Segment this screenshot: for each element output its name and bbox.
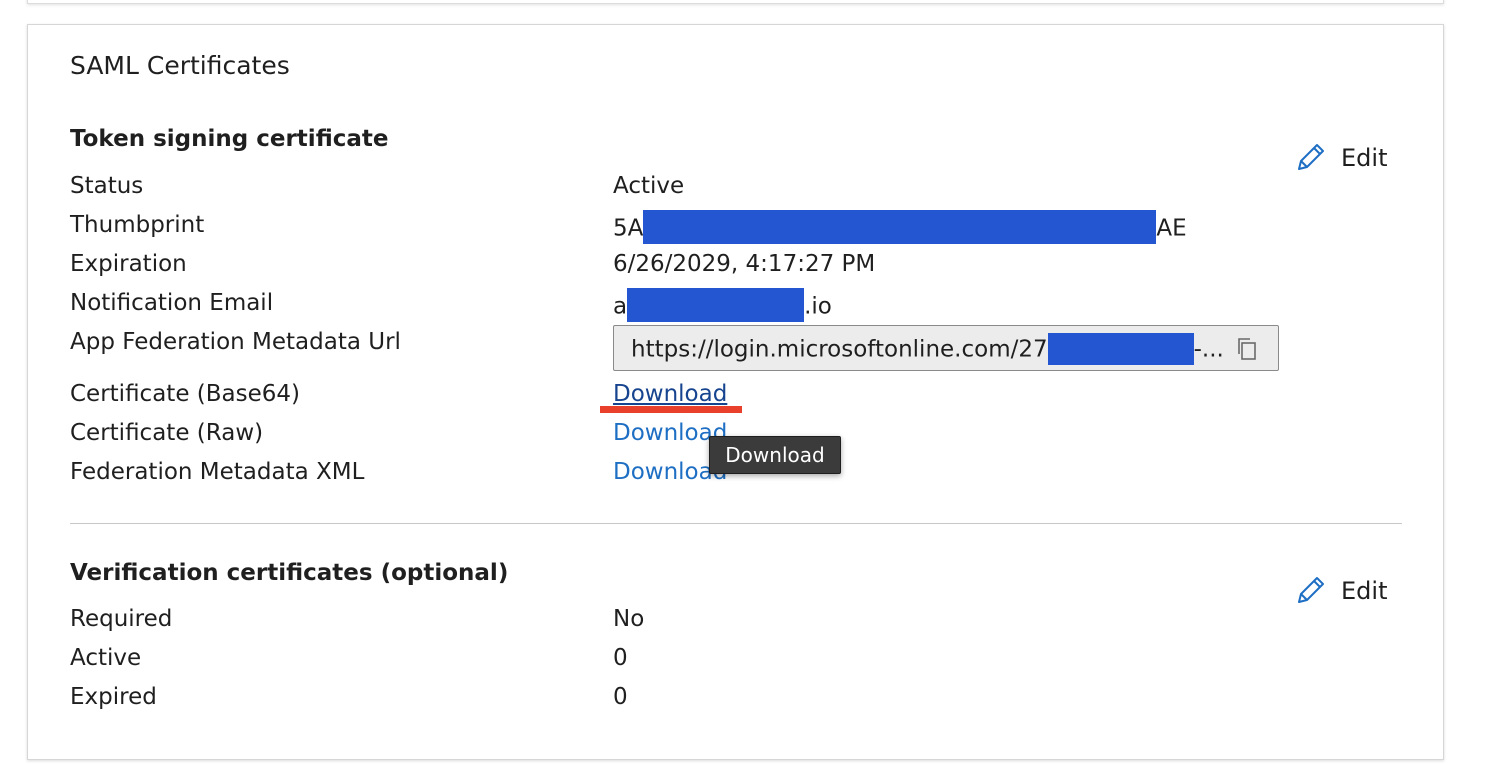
required-label: Required (70, 606, 172, 632)
verification-title: Verification certificates (optional) (70, 560, 508, 586)
token-signing-edit-button[interactable]: Edit (1293, 141, 1387, 175)
thumbprint-prefix: 5A (613, 216, 643, 242)
notification-email-label: Notification Email (70, 290, 273, 316)
card-title: SAML Certificates (70, 51, 290, 80)
expiration-value: 6/26/2029, 4:17:27 PM (613, 251, 875, 277)
thumbprint-value: 5A AE (613, 212, 1187, 246)
cert-base64-label: Certificate (Base64) (70, 381, 300, 407)
cert-raw-label: Certificate (Raw) (70, 420, 263, 446)
annotation-underline (600, 406, 742, 413)
required-value: No (613, 606, 644, 632)
saml-certificates-card: SAML Certificates Token signing certific… (27, 24, 1444, 760)
status-value: Active (613, 173, 684, 199)
notification-email-value: a .io (613, 290, 832, 324)
fed-xml-label: Federation Metadata XML (70, 459, 364, 485)
metadata-url-suffix: -... (1194, 337, 1224, 363)
redaction-block (627, 288, 804, 322)
pencil-icon (1293, 574, 1327, 608)
redaction-block (1048, 333, 1194, 365)
expired-value: 0 (613, 684, 628, 710)
expiration-label: Expiration (70, 251, 187, 277)
metadata-url-field[interactable]: https://login.microsoftonline.com/27 -... (613, 325, 1279, 371)
status-label: Status (70, 173, 143, 199)
section-divider (70, 523, 1402, 524)
pencil-icon (1293, 141, 1327, 175)
previous-card-edge (27, 0, 1444, 4)
download-tooltip: Download (709, 436, 841, 474)
copy-icon[interactable] (1236, 337, 1258, 361)
redaction-block (643, 210, 1156, 244)
metadata-url-prefix: https://login.microsoftonline.com/27 (631, 337, 1048, 363)
cert-base64-download-link[interactable]: Download (613, 381, 727, 407)
expired-label: Expired (70, 684, 157, 710)
active-label: Active (70, 645, 141, 671)
email-suffix: .io (804, 294, 832, 320)
edit-label: Edit (1341, 144, 1387, 172)
verification-edit-button[interactable]: Edit (1293, 574, 1387, 608)
token-signing-title: Token signing certificate (70, 126, 389, 152)
thumbprint-suffix: AE (1156, 216, 1186, 242)
active-value: 0 (613, 645, 628, 671)
thumbprint-label: Thumbprint (70, 212, 204, 238)
metadata-url-label: App Federation Metadata Url (70, 329, 401, 355)
email-prefix: a (613, 294, 627, 320)
edit-label: Edit (1341, 577, 1387, 605)
